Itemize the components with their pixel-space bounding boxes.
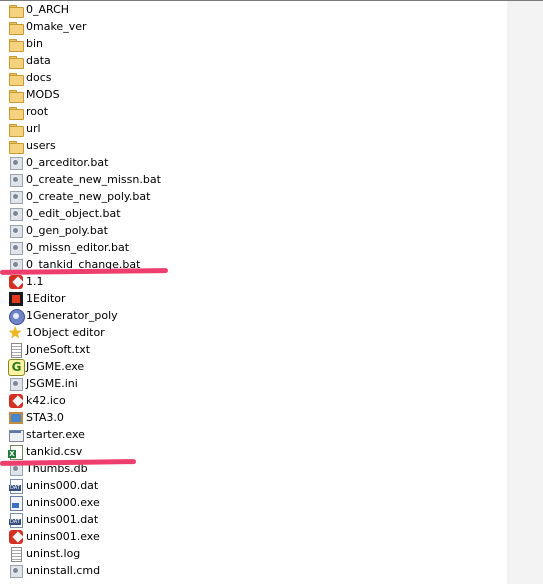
file-name: bin (26, 37, 44, 50)
folder-icon (8, 104, 24, 120)
file-name: k42.ico (26, 394, 66, 407)
file-name: JoneSoft.txt (26, 343, 91, 356)
dark-app-icon (8, 291, 24, 307)
file-name: JSGME.exe (26, 360, 85, 373)
file-item[interactable]: root (8, 103, 248, 120)
file-name: 0_create_new_poly.bat (26, 190, 151, 203)
file-name: starter.exe (26, 428, 85, 441)
file-item[interactable]: 1Generator_poly (8, 307, 248, 325)
blue-gear-icon (8, 308, 25, 325)
csv-spreadsheet-icon (8, 444, 24, 460)
file-item[interactable]: JSGME.exe (8, 358, 248, 376)
red-icon-file-icon (8, 393, 24, 409)
file-item[interactable]: unins000.exe (8, 494, 248, 511)
file-name: 0_edit_object.bat (26, 207, 121, 220)
file-name: unins001.dat (26, 513, 99, 526)
file-item[interactable]: 1.1 (8, 273, 248, 290)
file-item[interactable]: 0_create_new_missn.bat (8, 171, 248, 188)
file-item[interactable]: 0_create_new_poly.bat (8, 188, 248, 205)
file-item[interactable]: 0make_ver (8, 18, 248, 35)
folder-icon (8, 138, 24, 154)
file-name: 1Editor (26, 292, 66, 305)
file-name: uninst.log (26, 547, 81, 560)
scrollbar-track[interactable] (507, 0, 543, 584)
file-name: 1Generator_poly (26, 309, 118, 322)
dat-file-icon (8, 512, 24, 528)
file-item[interactable]: MODS (8, 86, 248, 103)
file-name: 1Object editor (26, 326, 105, 339)
exe-window-icon (8, 427, 24, 443)
file-item[interactable]: unins000.dat (8, 477, 248, 494)
file-item[interactable]: url (8, 120, 248, 137)
folder-icon (8, 70, 24, 86)
file-item[interactable]: 0_edit_object.bat (8, 205, 248, 222)
file-item[interactable]: JoneSoft.txt (8, 341, 248, 358)
dat-file-icon (8, 478, 24, 494)
file-item[interactable]: starter.exe (8, 426, 248, 443)
sta-app-icon (8, 410, 24, 426)
file-name: unins000.exe (26, 496, 100, 509)
file-name: root (26, 105, 49, 118)
setup-exe-icon (8, 495, 24, 511)
file-name: 0make_ver (26, 20, 87, 33)
file-item[interactable]: 0_arceditor.bat (8, 154, 248, 171)
text-document-icon (8, 546, 24, 562)
file-item[interactable]: 0_missn_editor.bat (8, 239, 248, 256)
jsgme-app-icon (8, 358, 25, 376)
file-item[interactable]: JSGME.ini (8, 375, 248, 392)
file-name: unins001.exe (26, 530, 100, 543)
file-item[interactable]: uninst.log (8, 545, 248, 562)
file-name: STA3.0 (26, 411, 64, 424)
text-document-icon (8, 342, 24, 358)
file-item[interactable]: uninstall.cmd (8, 562, 248, 579)
file-name: 0_create_new_missn.bat (26, 173, 161, 186)
settings-file-icon (8, 376, 24, 392)
file-item[interactable]: 0_ARCH (8, 1, 248, 18)
batch-file-icon (8, 223, 24, 239)
batch-file-icon (8, 189, 24, 205)
file-name: data (26, 54, 51, 67)
settings-file-icon (8, 563, 24, 579)
batch-file-icon (8, 240, 24, 256)
file-name: tankid.csv (26, 445, 83, 458)
file-item[interactable]: k42.ico (8, 392, 248, 409)
file-item[interactable]: unins001.exe (8, 528, 248, 545)
file-name: 0_arceditor.bat (26, 156, 109, 169)
file-name: uninstall.cmd (26, 564, 101, 577)
file-item[interactable]: 1Editor (8, 290, 248, 307)
folder-icon (8, 53, 24, 69)
file-name: 1.1 (26, 275, 44, 288)
file-item[interactable]: STA3.0 (8, 409, 248, 426)
file-name: JSGME.ini (26, 377, 78, 390)
file-item[interactable]: data (8, 52, 248, 69)
folder-icon (8, 121, 24, 137)
file-name: 0_ARCH (26, 3, 70, 16)
file-name: url (26, 122, 41, 135)
file-item[interactable]: bin (8, 35, 248, 52)
batch-file-icon (8, 172, 24, 188)
red-icon-file-icon (8, 274, 24, 290)
file-item[interactable]: 1Object editor (8, 323, 248, 342)
file-name: unins000.dat (26, 479, 99, 492)
folder-icon (8, 36, 24, 52)
file-item[interactable]: docs (8, 69, 248, 86)
file-name: users (26, 139, 56, 152)
batch-file-icon (8, 206, 24, 222)
star-icon (8, 323, 24, 342)
batch-file-icon (8, 155, 24, 171)
file-item[interactable]: unins001.dat (8, 511, 248, 528)
folder-icon (8, 2, 24, 18)
folder-icon (8, 19, 24, 35)
folder-icon (8, 87, 24, 103)
red-icon-file-icon (8, 529, 24, 545)
file-name: MODS (26, 88, 60, 101)
file-item[interactable]: tankid.csv (8, 443, 248, 460)
file-name: docs (26, 71, 52, 84)
file-name: 0_gen_poly.bat (26, 224, 108, 237)
file-name: 0_missn_editor.bat (26, 241, 130, 254)
file-item[interactable]: 0_gen_poly.bat (8, 222, 248, 239)
file-item[interactable]: users (8, 137, 248, 154)
